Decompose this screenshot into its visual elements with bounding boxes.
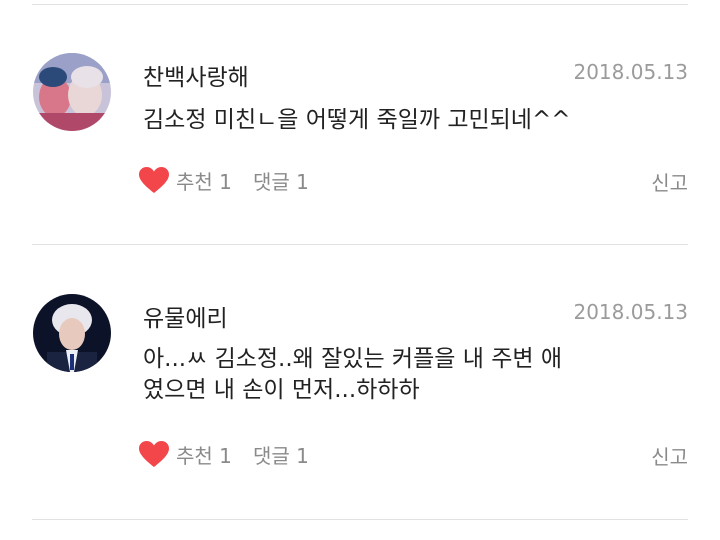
like-label: 추천 bbox=[176, 444, 213, 468]
comment-username[interactable]: 유물에리 bbox=[143, 299, 228, 333]
like-button[interactable]: 추천 1 bbox=[176, 166, 232, 195]
reply-count: 1 bbox=[296, 170, 309, 194]
reply-label: 댓글 bbox=[253, 170, 290, 194]
report-button[interactable]: 신고 bbox=[651, 167, 688, 196]
comment-body-line: 였으면 내 손이 먼저...하하하 bbox=[143, 377, 420, 403]
comment-body-line: 아...ㅆ 김소정..왜 잘있는 커플을 내 주변 애 bbox=[143, 346, 562, 372]
comment-body: 아...ㅆ 김소정..왜 잘있는 커플을 내 주변 애 였으면 내 손이 먼저.… bbox=[143, 344, 643, 406]
like-count: 1 bbox=[219, 444, 232, 468]
reply-button[interactable]: 댓글 1 bbox=[253, 166, 309, 195]
divider bbox=[32, 244, 688, 245]
reply-count: 1 bbox=[296, 444, 309, 468]
comment-body-line: 김소정 미친ㄴ을 어떻게 죽일까 고민되네^^ bbox=[143, 107, 571, 133]
comment-actions: 추천 1 댓글 1 bbox=[139, 439, 339, 469]
avatar-photo-icon bbox=[33, 294, 111, 372]
comment-date: 2018.05.13 bbox=[573, 60, 688, 84]
user-avatar[interactable] bbox=[33, 53, 111, 131]
divider-top bbox=[32, 4, 688, 5]
like-count: 1 bbox=[219, 170, 232, 194]
avatar-photo-icon bbox=[33, 53, 111, 131]
reply-button[interactable]: 댓글 1 bbox=[253, 440, 309, 469]
heart-icon[interactable] bbox=[139, 441, 169, 468]
reply-label: 댓글 bbox=[253, 444, 290, 468]
comment-actions: 추천 1 댓글 1 bbox=[139, 165, 339, 195]
report-button[interactable]: 신고 bbox=[651, 441, 688, 470]
like-label: 추천 bbox=[176, 170, 213, 194]
like-button[interactable]: 추천 1 bbox=[176, 440, 232, 469]
heart-icon[interactable] bbox=[139, 167, 169, 194]
user-avatar[interactable] bbox=[33, 294, 111, 372]
divider bbox=[32, 519, 688, 520]
comment-username[interactable]: 찬백사랑해 bbox=[143, 58, 249, 92]
comment-body: 김소정 미친ㄴ을 어떻게 죽일까 고민되네^^ bbox=[143, 105, 643, 136]
comment-date: 2018.05.13 bbox=[573, 300, 688, 324]
